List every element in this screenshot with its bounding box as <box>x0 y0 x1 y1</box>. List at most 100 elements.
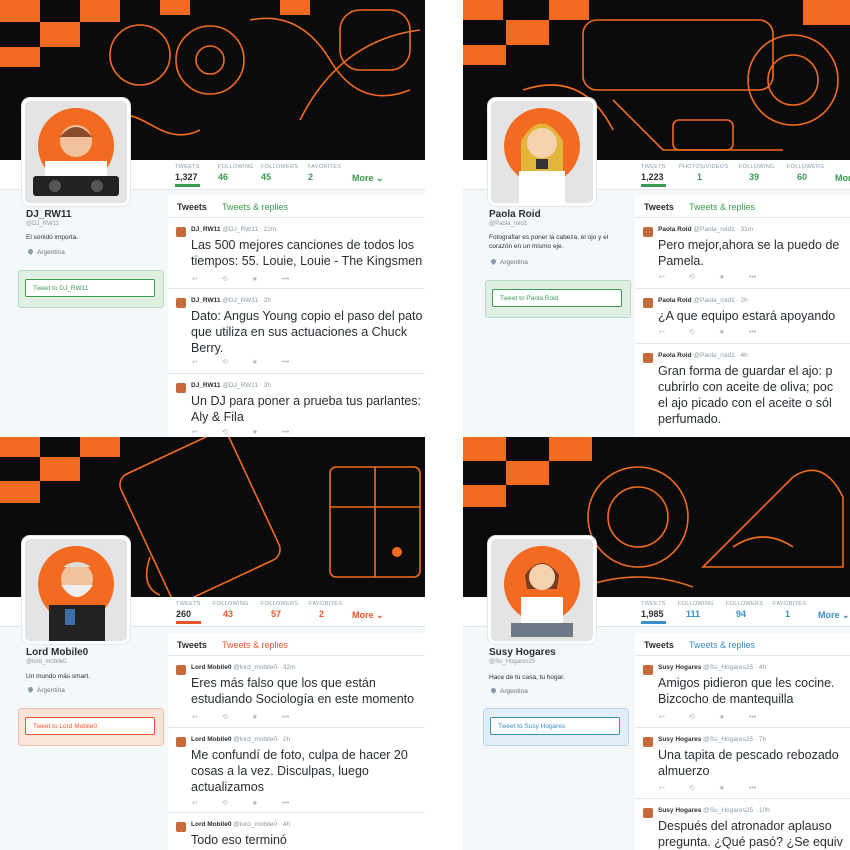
favorite-icon[interactable]: ★ <box>719 714 725 721</box>
retweet-icon[interactable]: ⟲ <box>689 329 695 336</box>
tweet-to-button[interactable]: Tweet to DJ_RW11 <box>25 279 155 297</box>
stat-favorites[interactable]: FAVORITES 1 <box>773 601 806 619</box>
retweet-icon[interactable]: ⟲ <box>222 714 228 721</box>
stat-tweets[interactable]: TWEETS 1,223 <box>641 164 666 187</box>
favorite-icon[interactable]: ★ <box>252 276 258 283</box>
stat-tweets[interactable]: TWEETS 260 <box>176 601 201 624</box>
profile-name[interactable]: Paola Roid <box>489 209 541 220</box>
tweet-item[interactable]: Paola Roid @Paola_roid1 · 31m Pero mejor… <box>635 218 850 289</box>
tab-tweets-replies[interactable]: Tweets & replies <box>222 202 288 212</box>
stat-following[interactable]: FOLLOWING 46 <box>218 164 254 182</box>
stat-photos[interactable]: PHOTOS/VIDEOS 1 <box>679 164 728 182</box>
more-icon[interactable]: ••• <box>282 714 289 721</box>
tab-tweets-replies[interactable]: Tweets & replies <box>222 640 288 650</box>
tweet-to-button[interactable]: Tweet to Paola Roid <box>492 289 622 307</box>
tweet-avatar[interactable] <box>176 665 186 675</box>
profile-name[interactable]: Lord Mobile0 <box>26 647 88 658</box>
favorite-icon[interactable]: ★ <box>252 800 258 807</box>
tweet-item[interactable]: DJ_RW11 @DJ_RW11 · 2h Dato: Angus Young … <box>168 289 425 374</box>
more-button[interactable]: More ⌄ <box>818 610 850 621</box>
avatar[interactable] <box>488 98 596 206</box>
tab-tweets[interactable]: Tweets <box>177 202 207 212</box>
tweet-item[interactable]: Susy Hogares @Su_Hogares25 · 4h Amigos p… <box>635 656 850 728</box>
tweet-avatar[interactable] <box>643 353 653 363</box>
tweet-avatar[interactable] <box>176 822 186 832</box>
tweet-avatar[interactable] <box>176 383 186 393</box>
stat-followers[interactable]: FOLLOWERS 94 <box>726 601 763 619</box>
tab-tweets-replies[interactable]: Tweets & replies <box>689 640 755 650</box>
stat-followers[interactable]: FOLLOWERS 60 <box>787 164 824 182</box>
more-icon[interactable]: ••• <box>282 359 289 366</box>
tweet-avatar[interactable] <box>643 298 653 308</box>
favorite-icon[interactable]: ★ <box>719 785 725 792</box>
stat-favorites[interactable]: FAVORITES 2 <box>308 164 341 182</box>
retweet-icon[interactable]: ⟲ <box>222 359 228 366</box>
tweet-item[interactable]: DJ_RW11 @DJ_RW11 · 22m Las 500 mejores c… <box>168 218 425 289</box>
more-button[interactable]: Mor <box>835 173 850 183</box>
retweet-icon[interactable]: ⟲ <box>689 274 695 281</box>
more-icon[interactable]: ••• <box>749 785 756 792</box>
retweet-icon[interactable]: ⟲ <box>222 800 228 807</box>
retweet-icon[interactable]: ⟲ <box>689 785 695 792</box>
stat-tweets[interactable]: TWEETS 1,327 <box>175 164 200 187</box>
tweet-avatar[interactable] <box>643 808 653 818</box>
reply-icon[interactable]: ↩ <box>659 274 665 281</box>
more-icon[interactable]: ••• <box>282 276 289 283</box>
tweet-item[interactable]: Lord Mobile0 @lord_mobile0 · 2h Me confu… <box>168 728 425 813</box>
stat-followers[interactable]: FOLLOWERS 57 <box>261 601 298 619</box>
stat-followers[interactable]: FOLLOWERS 45 <box>261 164 298 182</box>
retweet-icon[interactable]: ⟲ <box>689 714 695 721</box>
favorite-icon[interactable]: ★ <box>252 714 258 721</box>
avatar[interactable] <box>488 536 596 644</box>
stat-tweets[interactable]: TWEETS 1,985 <box>641 601 666 624</box>
stat-favorites[interactable]: FAVORITES 2 <box>309 601 342 619</box>
favorite-icon[interactable]: ★ <box>719 274 725 281</box>
avatar[interactable] <box>22 98 130 206</box>
retweet-icon[interactable]: ⟲ <box>222 429 228 436</box>
tweet-item[interactable]: Paola Roid @Paola_roid1 · 2h ¿A que equi… <box>635 289 850 344</box>
reply-icon[interactable]: ↩ <box>192 276 198 283</box>
more-icon[interactable]: ••• <box>749 274 756 281</box>
tab-tweets[interactable]: Tweets <box>177 640 207 650</box>
tweet-to-button[interactable]: Tweet to Susy Hogares <box>490 717 620 735</box>
tweet-item[interactable]: Susy Hogares @Su_Hogares25 · 7h Una tapi… <box>635 728 850 799</box>
tab-tweets-replies[interactable]: Tweets & replies <box>689 202 755 212</box>
tweet-avatar[interactable] <box>643 227 653 237</box>
tweet-avatar[interactable] <box>643 737 653 747</box>
tab-tweets[interactable]: Tweets <box>644 202 674 212</box>
tweet-item[interactable]: Paola Roid @Paola_roid1 · 4h Gran forma … <box>635 344 850 437</box>
tweet-avatar[interactable] <box>176 227 186 237</box>
retweet-icon[interactable]: ⟲ <box>222 276 228 283</box>
more-icon[interactable]: ••• <box>282 429 289 436</box>
stat-following[interactable]: FOLLOWING 43 <box>213 601 249 619</box>
reply-icon[interactable]: ↩ <box>192 714 198 721</box>
more-button[interactable]: More ⌄ <box>352 173 384 184</box>
stat-following[interactable]: FOLLOWING 39 <box>739 164 775 182</box>
avatar[interactable] <box>22 536 130 644</box>
stat-following[interactable]: FOLLOWING 111 <box>678 601 714 619</box>
tweet-item[interactable]: DJ_RW11 @DJ_RW11 · 3h Un DJ para poner a… <box>168 374 425 437</box>
reply-icon[interactable]: ↩ <box>659 714 665 721</box>
tab-tweets[interactable]: Tweets <box>644 640 674 650</box>
more-icon[interactable]: ••• <box>749 329 756 336</box>
tweet-item[interactable]: Lord Mobile0 @lord_mobile0 · 4h Todo eso… <box>168 813 425 850</box>
tweet-item[interactable]: Lord Mobile0 @lord_mobile0 · 32m Eres má… <box>168 656 425 728</box>
tweet-item[interactable]: Susy Hogares @Su_Hogares25 · 10h Después… <box>635 799 850 850</box>
reply-icon[interactable]: ↩ <box>192 429 198 436</box>
profile-name[interactable]: DJ_RW11 <box>26 209 71 220</box>
favorite-icon[interactable]: ★ <box>252 429 258 436</box>
tweet-avatar[interactable] <box>643 665 653 675</box>
reply-icon[interactable]: ↩ <box>659 785 665 792</box>
tweet-avatar[interactable] <box>176 737 186 747</box>
reply-icon[interactable]: ↩ <box>659 329 665 336</box>
tweet-to-button[interactable]: Tweet to Lord Mobile0 <box>25 717 155 735</box>
profile-name[interactable]: Susy Hogares <box>489 647 556 658</box>
favorite-icon[interactable]: ★ <box>719 329 725 336</box>
favorite-icon[interactable]: ★ <box>252 359 258 366</box>
more-button[interactable]: More ⌄ <box>352 610 384 621</box>
more-icon[interactable]: ••• <box>749 714 756 721</box>
tweet-avatar[interactable] <box>176 298 186 308</box>
reply-icon[interactable]: ↩ <box>192 800 198 807</box>
more-icon[interactable]: ••• <box>282 800 289 807</box>
reply-icon[interactable]: ↩ <box>192 359 198 366</box>
